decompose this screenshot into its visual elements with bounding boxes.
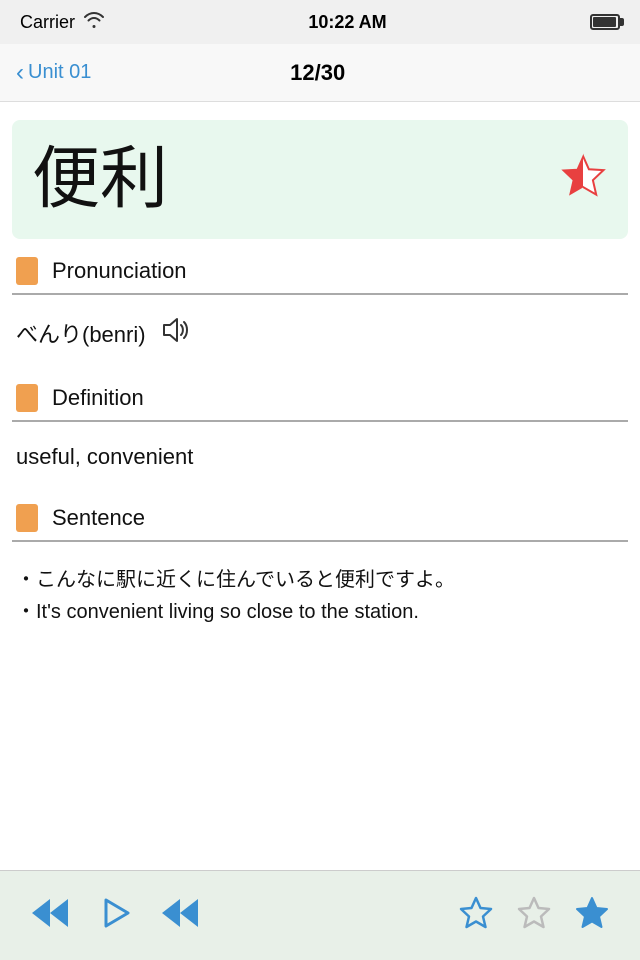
speaker-button[interactable] (160, 317, 190, 350)
rating-star-3-button[interactable] (574, 895, 610, 937)
chevron-left-icon: ‹ (16, 61, 24, 85)
favorite-star-button[interactable] (558, 151, 608, 208)
sentence-japanese: ・こんなに駅に近くに住んでいると便利ですよ。 (16, 569, 455, 591)
sentence-divider (12, 540, 628, 542)
back-button[interactable]: ‹ Unit 01 (16, 61, 91, 85)
sentence-icon (16, 504, 38, 532)
nav-bar: ‹ Unit 01 12/30 (0, 44, 640, 102)
play-button[interactable] (98, 896, 132, 936)
carrier-label: Carrier (20, 12, 75, 33)
status-left: Carrier (20, 12, 105, 33)
status-time: 10:22 AM (308, 12, 386, 33)
rating-star-2-button[interactable] (516, 895, 552, 937)
back-label: Unit 01 (28, 61, 91, 84)
definition-section: Definition useful, convenient (0, 384, 640, 486)
status-right (590, 14, 620, 30)
sentence-title: Sentence (52, 505, 145, 531)
pronunciation-row: べんり(benri) (0, 307, 640, 366)
pronunciation-section: Pronunciation べんり(benri) (0, 257, 640, 366)
definition-text: useful, convenient (0, 434, 640, 486)
definition-title: Definition (52, 385, 144, 411)
sentence-section: Sentence ・こんなに駅に近くに住んでいると便利ですよ。 ・It's co… (0, 504, 640, 644)
definition-header: Definition (0, 384, 640, 420)
sentence-header: Sentence (0, 504, 640, 540)
pronunciation-divider (12, 293, 628, 295)
pronunciation-icon (16, 257, 38, 285)
word-card: 便利 (12, 120, 628, 239)
sentence-english: ・It's convenient living so close to the … (16, 601, 419, 623)
definition-icon (16, 384, 38, 412)
word-kanji: 便利 (32, 142, 168, 217)
definition-divider (12, 420, 628, 422)
nav-title: 12/30 (290, 60, 345, 86)
pronunciation-header: Pronunciation (0, 257, 640, 293)
toolbar-left (30, 896, 200, 936)
battery-icon (590, 14, 620, 30)
pronunciation-text: べんり(benri) (16, 317, 146, 349)
sentence-text: ・こんなに駅に近くに住んでいると便利ですよ。 ・It's convenient … (0, 554, 640, 644)
status-bar: Carrier 10:22 AM (0, 0, 640, 44)
fastforward-button[interactable] (160, 896, 200, 936)
bottom-toolbar (0, 870, 640, 960)
wifi-icon (83, 12, 105, 33)
pronunciation-title: Pronunciation (52, 258, 187, 284)
rewind-button[interactable] (30, 896, 70, 936)
rating-star-1-button[interactable] (458, 895, 494, 937)
toolbar-right (458, 895, 610, 937)
